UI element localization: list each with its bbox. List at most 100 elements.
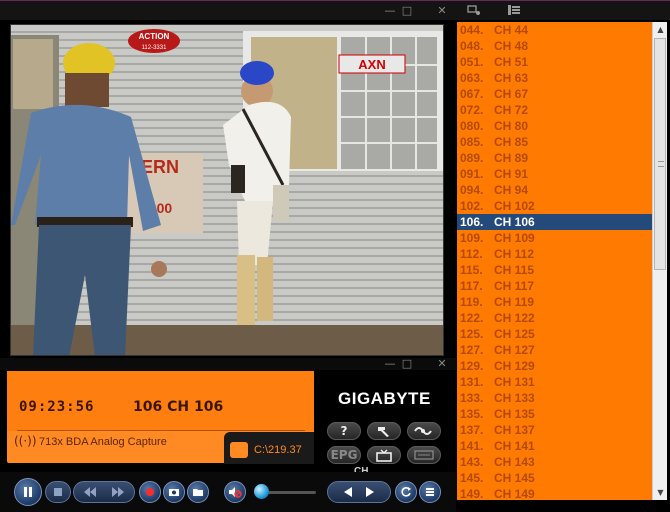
channel-number: 106.	[460, 215, 484, 229]
keyboard-icon	[414, 450, 434, 460]
channel-number: 131.	[460, 375, 484, 389]
channel-name: CH 85	[494, 135, 529, 149]
record-icon	[146, 488, 154, 496]
scroll-down-arrow-icon[interactable]: ▼	[653, 485, 668, 500]
channel-number: 085.	[460, 135, 484, 149]
channel-name: CH 117	[494, 279, 535, 293]
channel-name: CH 135	[494, 407, 535, 421]
channel-number: 127.	[460, 343, 484, 357]
channel-number: 149.	[460, 487, 484, 500]
action-sign-subtext: 112-3331	[142, 45, 168, 51]
time-readout: 09:23:56	[19, 399, 95, 415]
channel-list-icon[interactable]	[506, 4, 522, 17]
channel-list-item[interactable]: 129. CH 129	[457, 358, 652, 374]
channel-scan-icon[interactable]	[466, 4, 482, 17]
channel-number: 129.	[460, 359, 484, 373]
record-button[interactable]	[139, 481, 161, 503]
channel-name: CH 63	[494, 71, 529, 85]
tv-button[interactable]	[367, 446, 401, 464]
channel-number: 117.	[460, 279, 483, 293]
tv-icon	[376, 449, 392, 462]
scroll-up-arrow-icon[interactable]: ▲	[653, 22, 668, 37]
channel-list-item[interactable]: 131. CH 131	[457, 374, 652, 390]
epg-button[interactable]: EPG	[327, 446, 361, 464]
channel-number: 119.	[460, 295, 483, 309]
channel-list-item[interactable]: 044. CH 44	[457, 22, 652, 38]
channel-number: 115.	[460, 263, 483, 277]
channel-list-item[interactable]: 135. CH 135	[457, 406, 652, 422]
channel-prev-next-buttons[interactable]	[327, 481, 391, 503]
channel-list-item[interactable]: 094. CH 94	[457, 182, 652, 198]
channel-number: 112.	[460, 247, 483, 261]
mute-button[interactable]	[224, 481, 246, 503]
refresh-button[interactable]	[395, 481, 417, 503]
channel-name: CH 122	[494, 311, 535, 325]
signal-icon: ((·))	[14, 434, 37, 448]
title-bar: — □ ✕	[0, 0, 670, 20]
channel-list[interactable]: 044. CH 44 048. CH 48 051. CH 51 063. CH 63 067.…	[457, 22, 652, 500]
channel-list-item[interactable]: 127. CH 127	[457, 342, 652, 358]
stop-button[interactable]	[45, 481, 71, 503]
panel-restore-button[interactable]: □	[400, 357, 414, 370]
channel-name: CH 89	[494, 151, 529, 165]
channel-name: CH 48	[494, 39, 529, 53]
snapshot-button[interactable]	[163, 481, 185, 503]
teletext-button[interactable]	[407, 446, 441, 464]
signal-settings-button[interactable]	[407, 422, 441, 440]
channel-list-item[interactable]: 115. CH 115	[457, 262, 652, 278]
channel-name: CH 94	[494, 183, 529, 197]
channel-name: CH 119	[494, 295, 535, 309]
channel-number: 094.	[460, 183, 484, 197]
channel-list-item[interactable]: 048. CH 48	[457, 38, 652, 54]
channel-number: 125.	[460, 327, 484, 341]
channel-list-item[interactable]: 102. CH 102	[457, 198, 652, 214]
channel-list-item[interactable]: 143. CH 143	[457, 454, 652, 470]
channel-list-item[interactable]: 067. CH 67	[457, 86, 652, 102]
channel-list-item[interactable]: 063. CH 63	[457, 70, 652, 86]
channel-list-item[interactable]: 133. CH 133	[457, 390, 652, 406]
volume-slider-knob[interactable]	[254, 484, 269, 499]
video-close-button[interactable]: ✕	[435, 4, 449, 17]
panel-close-button[interactable]: ✕	[435, 357, 449, 370]
panel-minimize-button[interactable]: —	[383, 357, 397, 370]
channel-list-item[interactable]: 091. CH 91	[457, 166, 652, 182]
channel-number: 135.	[460, 407, 484, 421]
channel-list-scrollbar[interactable]: ▲ ▼	[652, 22, 667, 500]
menu-button[interactable]	[419, 481, 441, 503]
channel-list-item[interactable]: 051. CH 51	[457, 54, 652, 70]
open-folder-button[interactable]	[187, 481, 209, 503]
video-minimize-button[interactable]: —	[383, 4, 397, 17]
channel-number: 145.	[460, 471, 484, 485]
scroll-thumb[interactable]	[654, 38, 666, 270]
seek-buttons[interactable]	[73, 481, 135, 503]
channel-number: 137.	[460, 423, 484, 437]
channel-list-item[interactable]: 122. CH 122	[457, 310, 652, 326]
channel-name: CH 102	[494, 199, 535, 213]
volume-slider-track[interactable]	[268, 491, 316, 494]
video-display[interactable]: AXN ACTION 112-3331 ERN 0900	[10, 24, 444, 356]
channel-list-item[interactable]: 072. CH 72	[457, 102, 652, 118]
channel-list-item[interactable]: 112. CH 112	[457, 246, 652, 262]
channel-list-item[interactable]: 109. CH 109	[457, 230, 652, 246]
channel-name: CH 149	[494, 487, 535, 500]
channel-list-item[interactable]: 141. CH 141	[457, 438, 652, 454]
channel-list-item[interactable]: 145. CH 145	[457, 470, 652, 486]
channel-number: 089.	[460, 151, 484, 165]
channel-list-item[interactable]: 085. CH 85	[457, 134, 652, 150]
channel-name: CH 91	[494, 167, 529, 181]
channel-list-item[interactable]: 080. CH 80	[457, 118, 652, 134]
settings-button[interactable]	[367, 422, 401, 440]
channel-list-item[interactable]: 117. CH 117	[457, 278, 652, 294]
video-restore-button[interactable]: □	[400, 4, 414, 17]
help-button[interactable]: ?	[327, 422, 361, 440]
channel-list-item[interactable]: 119. CH 119	[457, 294, 652, 310]
channel-list-item[interactable]: 137. CH 137	[457, 422, 652, 438]
video-scene: AXN ACTION 112-3331 ERN 0900	[11, 25, 443, 355]
channel-list-item[interactable]: 125. CH 125	[457, 326, 652, 342]
channel-name: CH 67	[494, 87, 529, 101]
channel-list-item[interactable]: 089. CH 89	[457, 150, 652, 166]
channel-list-item[interactable]: 106. CH 106	[457, 214, 652, 230]
channel-name: CH 143	[494, 455, 535, 469]
pause-button[interactable]	[14, 478, 42, 506]
channel-list-item[interactable]: 149. CH 149	[457, 486, 652, 500]
